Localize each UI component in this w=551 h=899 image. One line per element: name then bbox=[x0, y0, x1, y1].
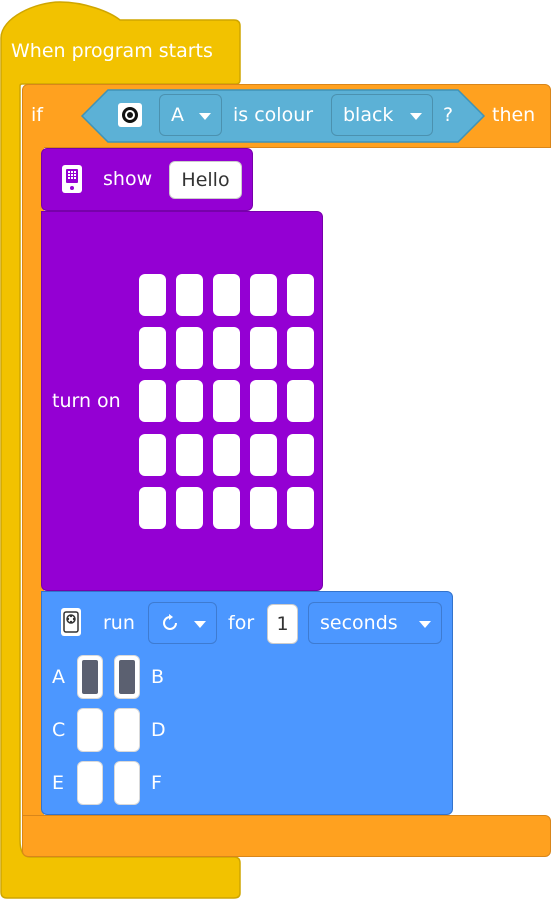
led-pixel[interactable] bbox=[213, 487, 240, 529]
led-pixel[interactable] bbox=[287, 327, 314, 369]
port-label-c: C bbox=[52, 719, 66, 741]
turn-on-label: turn on bbox=[52, 390, 121, 412]
motor-port-a-toggle[interactable] bbox=[77, 655, 103, 699]
led-pixel[interactable] bbox=[139, 487, 166, 529]
motor-hub-icon bbox=[61, 608, 81, 636]
show-label: show bbox=[103, 168, 153, 190]
motor-port-c-toggle[interactable] bbox=[77, 708, 103, 752]
led-pixel[interactable] bbox=[176, 380, 203, 422]
chevron-down-icon bbox=[194, 620, 206, 628]
duration-value: 1 bbox=[276, 613, 289, 635]
led-matrix[interactable] bbox=[139, 274, 315, 532]
unit-dropdown[interactable]: seconds bbox=[308, 602, 442, 644]
motor-port-e-toggle[interactable] bbox=[77, 761, 103, 805]
led-pixel[interactable] bbox=[139, 434, 166, 476]
unit-value: seconds bbox=[320, 612, 398, 634]
led-pixel[interactable] bbox=[287, 487, 314, 529]
led-pixel[interactable] bbox=[250, 327, 277, 369]
duration-field[interactable]: 1 bbox=[267, 604, 298, 644]
led-pixel[interactable] bbox=[139, 380, 166, 422]
led-pixel[interactable] bbox=[176, 327, 203, 369]
then-label: then bbox=[492, 104, 536, 126]
port-dropdown[interactable]: A bbox=[159, 94, 222, 136]
direction-dropdown[interactable] bbox=[148, 602, 217, 644]
port-label-a: A bbox=[52, 666, 65, 688]
show-text-field[interactable]: Hello bbox=[169, 161, 242, 199]
led-pixel[interactable] bbox=[176, 487, 203, 529]
motor-port-b-toggle[interactable] bbox=[114, 655, 140, 699]
hat-label: When program starts bbox=[11, 40, 213, 62]
colour-value: black bbox=[343, 104, 394, 126]
if-label: if bbox=[31, 104, 43, 126]
led-pixel[interactable] bbox=[287, 274, 314, 316]
port-label-d: D bbox=[151, 719, 166, 741]
led-pixel[interactable] bbox=[287, 380, 314, 422]
port-label-e: E bbox=[52, 772, 65, 794]
show-text-value: Hello bbox=[181, 169, 230, 191]
led-pixel[interactable] bbox=[250, 487, 277, 529]
question-mark: ? bbox=[443, 104, 454, 126]
chevron-down-icon bbox=[410, 112, 422, 120]
led-pixel[interactable] bbox=[139, 327, 166, 369]
led-pixel[interactable] bbox=[213, 274, 240, 316]
led-pixel[interactable] bbox=[250, 380, 277, 422]
led-pixel[interactable] bbox=[213, 327, 240, 369]
clockwise-icon bbox=[163, 614, 177, 630]
for-label: for bbox=[228, 612, 255, 634]
motor-port-d-toggle[interactable] bbox=[114, 708, 140, 752]
led-pixel[interactable] bbox=[176, 434, 203, 476]
run-label: run bbox=[103, 612, 135, 634]
if-block-footer bbox=[22, 815, 551, 857]
led-pixel[interactable] bbox=[139, 274, 166, 316]
led-pixel[interactable] bbox=[213, 380, 240, 422]
led-pixel[interactable] bbox=[176, 274, 203, 316]
port-value: A bbox=[171, 104, 184, 126]
led-pixel[interactable] bbox=[287, 434, 314, 476]
chevron-down-icon bbox=[199, 112, 211, 120]
colour-dropdown[interactable]: black bbox=[331, 94, 433, 136]
is-colour-label: is colour bbox=[233, 104, 314, 126]
led-pixel[interactable] bbox=[213, 434, 240, 476]
port-label-b: B bbox=[151, 666, 165, 688]
chevron-down-icon bbox=[419, 620, 431, 628]
led-pixel[interactable] bbox=[250, 274, 277, 316]
colour-sensor-icon bbox=[118, 103, 142, 127]
display-hub-icon bbox=[62, 165, 82, 193]
led-pixel[interactable] bbox=[250, 434, 277, 476]
port-label-f: F bbox=[151, 772, 162, 794]
motor-port-f-toggle[interactable] bbox=[114, 761, 140, 805]
